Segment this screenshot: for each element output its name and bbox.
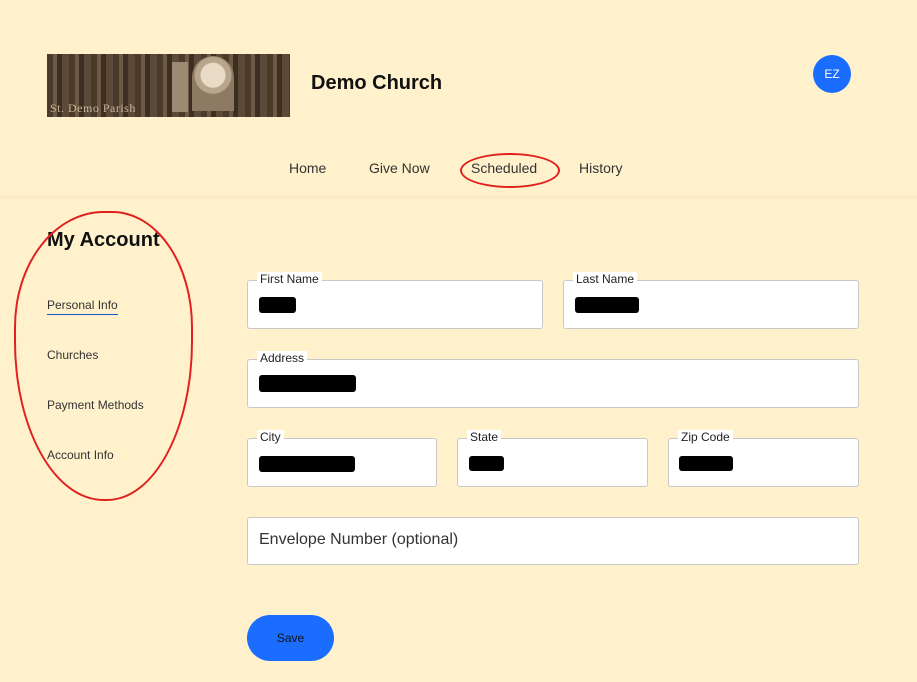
last-name-label: Last Name [573, 272, 638, 286]
header-divider [0, 196, 917, 199]
nav-scheduled[interactable]: Scheduled [471, 160, 537, 176]
envelope-number-placeholder: Envelope Number (optional) [259, 531, 459, 548]
main-nav: Home Give Now Scheduled History [0, 160, 917, 180]
address-label: Address [257, 351, 308, 365]
sidebar-item-payment-methods[interactable]: Payment Methods [47, 398, 144, 412]
sidebar-title: My Account [47, 229, 160, 251]
redacted-value [679, 456, 733, 471]
redacted-value [259, 375, 356, 392]
zip-code-field[interactable]: Zip Code [668, 430, 859, 487]
sidebar-item-account-info[interactable]: Account Info [47, 448, 114, 462]
state-field[interactable]: State [457, 430, 648, 487]
envelope-number-field[interactable]: Envelope Number (optional) [247, 517, 859, 565]
church-name: Demo Church [311, 72, 443, 94]
state-label: State [467, 430, 502, 444]
nav-give-now[interactable]: Give Now [369, 160, 430, 176]
nav-history[interactable]: History [579, 160, 623, 176]
city-field[interactable]: City [247, 430, 437, 487]
logo-text: St. Demo Parish [50, 101, 136, 115]
redacted-value [259, 456, 355, 472]
address-field[interactable]: Address [247, 351, 859, 408]
header: St. Demo Parish Demo Church EZ Home Give… [0, 0, 917, 196]
sidebar-item-personal-info[interactable]: Personal Info [47, 298, 118, 315]
nav-home[interactable]: Home [289, 160, 326, 176]
church-logo: St. Demo Parish [47, 54, 290, 117]
first-name-field[interactable]: First Name [247, 272, 543, 329]
rose-window-image [192, 56, 234, 111]
redacted-value [469, 456, 504, 471]
save-button[interactable]: Save [247, 615, 334, 661]
city-label: City [257, 430, 284, 444]
last-name-field[interactable]: Last Name [563, 272, 859, 329]
redacted-value [259, 297, 296, 313]
first-name-label: First Name [257, 272, 322, 286]
sidebar-item-churches[interactable]: Churches [47, 348, 98, 362]
user-avatar[interactable]: EZ [813, 55, 851, 93]
zip-code-label: Zip Code [678, 430, 733, 444]
redacted-value [575, 297, 639, 313]
